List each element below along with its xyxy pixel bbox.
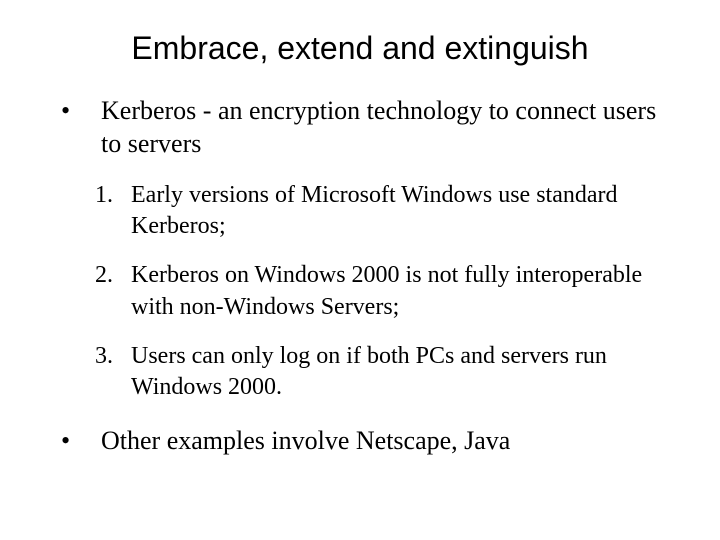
list-marker: 2.	[95, 260, 131, 322]
list-text: Users can only log on if both PCs and se…	[131, 341, 665, 403]
bullet-marker: •	[55, 95, 101, 160]
bullet-text: Kerberos - an encryption technology to c…	[101, 95, 665, 160]
list-item: 2. Kerberos on Windows 2000 is not fully…	[95, 260, 665, 322]
list-text: Kerberos on Windows 2000 is not fully in…	[131, 260, 665, 322]
bullet-text: Other examples involve Netscape, Java	[101, 425, 665, 458]
slide: Embrace, extend and extinguish • Kerbero…	[0, 0, 720, 540]
list-text: Early versions of Microsoft Windows use …	[131, 180, 665, 242]
list-item: 1. Early versions of Microsoft Windows u…	[95, 180, 665, 242]
slide-title: Embrace, extend and extinguish	[55, 30, 665, 67]
list-marker: 1.	[95, 180, 131, 242]
list-marker: 3.	[95, 341, 131, 403]
bullet-item: • Kerberos - an encryption technology to…	[55, 95, 665, 160]
bullet-item: • Other examples involve Netscape, Java	[55, 425, 665, 458]
bullet-marker: •	[55, 425, 101, 458]
numbered-list: 1. Early versions of Microsoft Windows u…	[95, 180, 665, 403]
list-item: 3. Users can only log on if both PCs and…	[95, 341, 665, 403]
